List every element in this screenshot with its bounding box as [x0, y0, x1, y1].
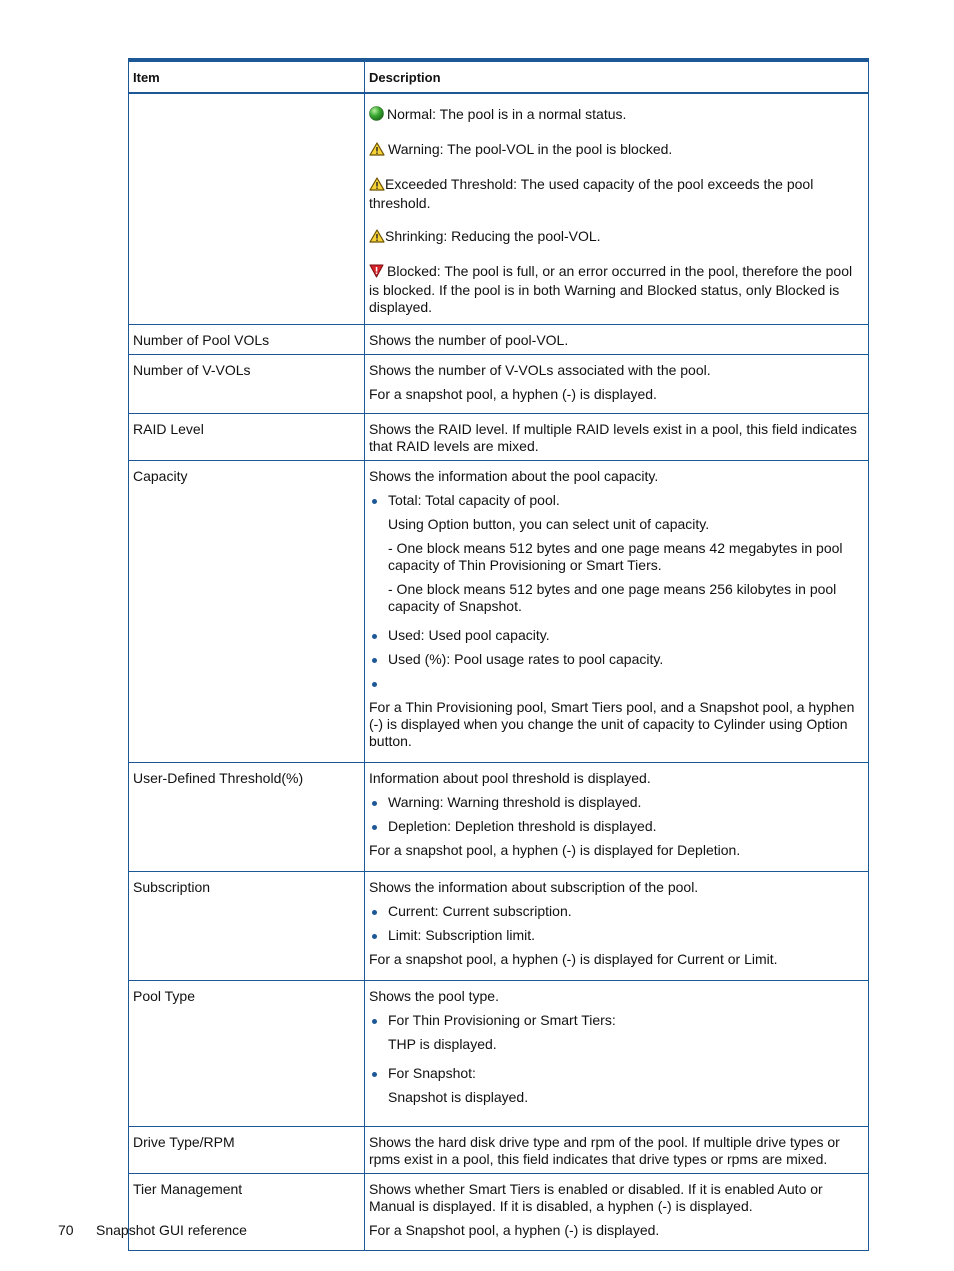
page-footer: 70 Snapshot GUI reference — [58, 1222, 247, 1238]
table-row: Pool Type Shows the pool type. For Thin … — [128, 980, 869, 1127]
description-cell: Shows the RAID level. If multiple RAID l… — [364, 413, 869, 461]
item-cell — [128, 92, 365, 325]
status-normal: Normal: The pool is in a normal status. — [369, 106, 862, 125]
item-cell: Number of V-VOLs — [128, 354, 365, 414]
list-item: Warning: Warning threshold is displayed. — [369, 794, 862, 811]
list-item: Used (%): Pool usage rates to pool capac… — [369, 651, 862, 668]
list-item: For Snapshot: — [369, 1065, 862, 1082]
warning-icon — [369, 142, 385, 160]
list-item: Used: Used pool capacity. — [369, 627, 862, 644]
item-cell: User-Defined Threshold(%) — [128, 762, 365, 872]
list-item: Total: Total capacity of pool. — [369, 492, 862, 509]
description-cell: Shows the information about the pool cap… — [364, 460, 869, 763]
table-row: Capacity Shows the information about the… — [128, 460, 869, 763]
table-header-row: Item Description — [128, 59, 869, 94]
warning-icon — [369, 177, 385, 195]
column-header-item: Item — [128, 59, 365, 94]
description-cell: Shows the pool type. For Thin Provisioni… — [364, 980, 869, 1127]
normal-status-icon — [369, 106, 384, 125]
item-cell: RAID Level — [128, 413, 365, 461]
list-item: For Thin Provisioning or Smart Tiers: — [369, 1012, 862, 1029]
item-cell: Capacity — [128, 460, 365, 763]
column-header-description: Description — [364, 59, 869, 94]
status-shrinking: Shrinking: Reducing the pool-VOL. — [369, 228, 862, 247]
item-cell: Pool Type — [128, 980, 365, 1127]
table-row: RAID Level Shows the RAID level. If mult… — [128, 413, 869, 461]
description-cell: Information about pool threshold is disp… — [364, 762, 869, 872]
description-cell: Shows the information about subscription… — [364, 871, 869, 981]
table-row: User-Defined Threshold(%) Information ab… — [128, 762, 869, 872]
section-title: Snapshot GUI reference — [96, 1222, 247, 1238]
list-item: Current: Current subscription. — [369, 903, 862, 920]
description-cell: Shows the number of pool-VOL. — [364, 324, 869, 355]
description-cell: Shows the hard disk drive type and rpm o… — [364, 1126, 869, 1174]
list-item: Limit: Subscription limit. — [369, 927, 862, 944]
description-cell: Shows the number of V-VOLs associated wi… — [364, 354, 869, 414]
description-cell: Shows whether Smart Tiers is enabled or … — [364, 1173, 869, 1251]
table-row: Subscription Shows the information about… — [128, 871, 869, 981]
table-row-status: Normal: The pool is in a normal status. … — [128, 92, 869, 325]
reference-table: Item Description Normal: The pool is in … — [128, 58, 869, 1251]
item-cell: Drive Type/RPM — [128, 1126, 365, 1174]
item-cell: Subscription — [128, 871, 365, 981]
status-warning: Warning: The pool-VOL in the pool is blo… — [369, 141, 862, 160]
item-cell: Tier Management — [128, 1173, 365, 1251]
description-cell: Normal: The pool is in a normal status. … — [364, 92, 869, 325]
table-row: Tier Management Shows whether Smart Tier… — [128, 1173, 869, 1251]
status-exceeded-threshold: Exceeded Threshold: The used capacity of… — [369, 176, 814, 211]
list-item — [369, 675, 862, 692]
table-row: Drive Type/RPM Shows the hard disk drive… — [128, 1126, 869, 1174]
table-row: Number of Pool VOLs Shows the number of … — [128, 324, 869, 355]
warning-icon — [369, 229, 385, 247]
list-item: Depletion: Depletion threshold is displa… — [369, 818, 862, 835]
page-number: 70 — [58, 1222, 74, 1238]
table-row: Number of V-VOLs Shows the number of V-V… — [128, 354, 869, 414]
item-cell: Number of Pool VOLs — [128, 324, 365, 355]
status-blocked: Blocked: The pool is full, or an error o… — [369, 263, 853, 315]
blocked-icon — [369, 264, 384, 282]
